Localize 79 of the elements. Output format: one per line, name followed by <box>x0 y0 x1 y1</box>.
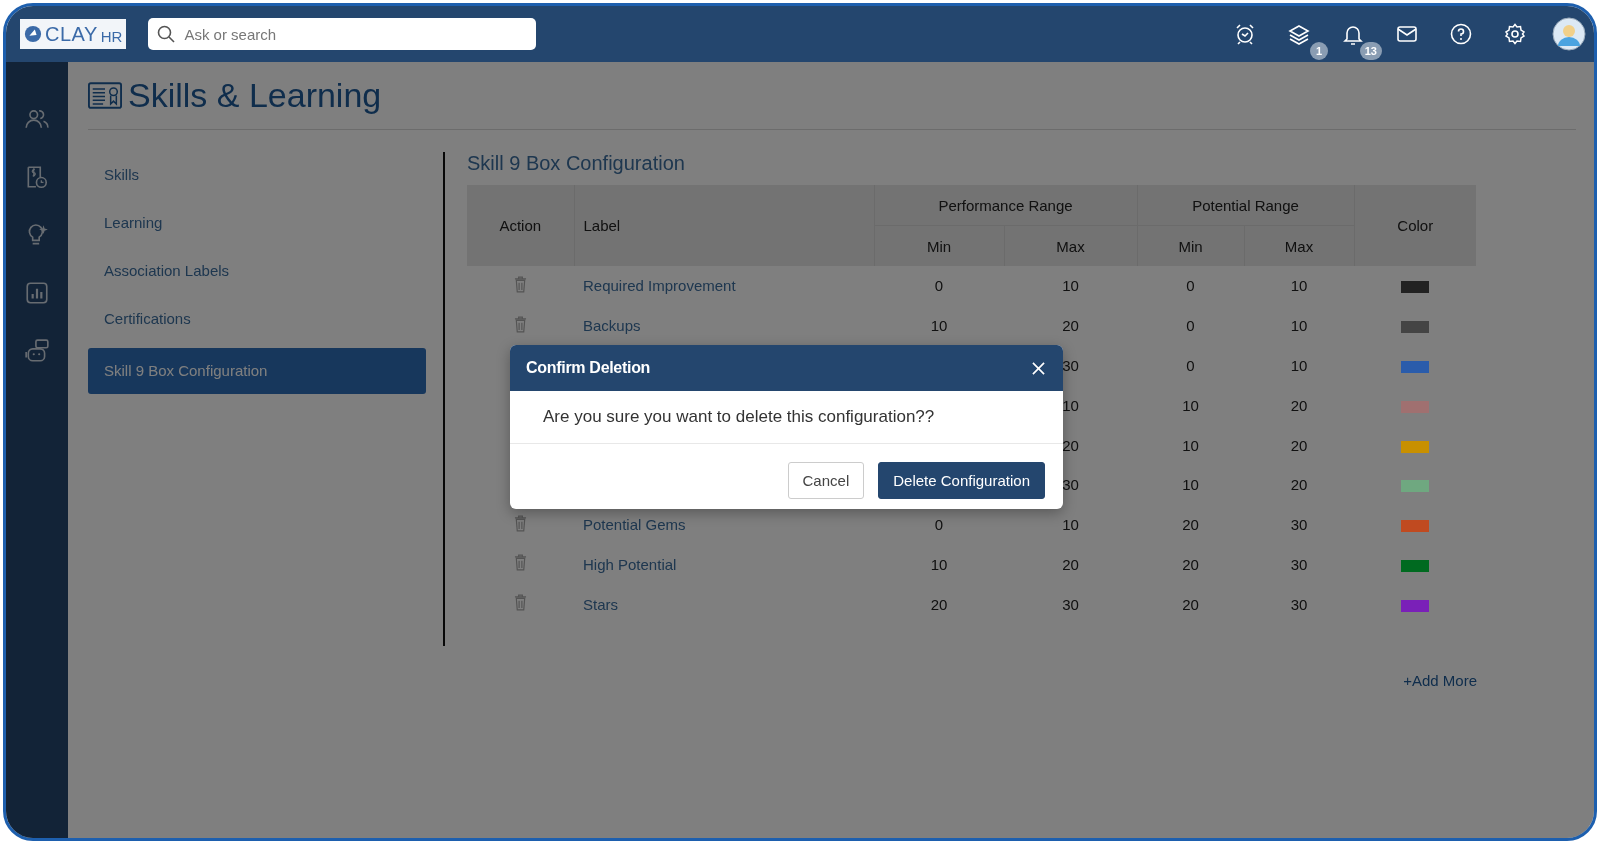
cancel-button[interactable]: Cancel <box>787 462 865 499</box>
table-cell: 20 <box>1062 555 1079 573</box>
table-cell: 10 <box>1290 357 1308 374</box>
trash-icon[interactable] <box>514 554 527 572</box>
table-cell: 30 <box>1290 516 1308 534</box>
table-cell: 20 <box>1182 516 1199 534</box>
table-cell: 10 <box>1182 396 1199 414</box>
table-cell: 0 <box>1186 277 1195 295</box>
nav-item[interactable]: Association Labels <box>88 248 426 294</box>
table-cell: 10 <box>930 555 948 573</box>
trash-icon[interactable] <box>514 514 527 532</box>
table-cell: 20 <box>1062 317 1079 335</box>
close-icon[interactable] <box>1032 361 1045 375</box>
column-header: Action <box>467 185 574 266</box>
trash-icon[interactable] <box>514 594 527 612</box>
table-cell: 10 <box>1062 516 1079 534</box>
table-cell: 10 <box>1182 476 1199 494</box>
trash-icon[interactable] <box>514 315 527 333</box>
notification-badge: 13 <box>1359 42 1382 60</box>
table-cell: 20 <box>930 595 948 613</box>
table-cell: 0 <box>934 277 944 295</box>
table-cell: 20 <box>1290 396 1308 414</box>
table-cell: 30 <box>1290 555 1308 573</box>
table-cell: 10 <box>1290 277 1308 295</box>
column-header: Potential Range <box>1137 185 1354 226</box>
column-header: Label <box>574 185 874 266</box>
logo-text: CLAY <box>45 22 98 46</box>
column-header: Min <box>874 225 1004 266</box>
notification-badge: 1 <box>1310 42 1328 60</box>
robot-icon[interactable] <box>24 338 50 364</box>
label-link[interactable]: Potential Gems <box>583 516 686 534</box>
nav-item[interactable]: Learning <box>88 200 426 246</box>
label-link[interactable]: Required Improvement <box>583 277 736 295</box>
logo[interactable]: CLAY HR <box>20 19 127 49</box>
column-header: Max <box>1004 225 1137 266</box>
section-title: Skill 9 Box Configuration <box>467 152 686 175</box>
table-cell: 30 <box>1062 595 1079 613</box>
logo-suffix: HR <box>100 28 123 45</box>
logo-icon <box>24 25 42 43</box>
certificate-icon <box>88 82 122 109</box>
table-cell: 20 <box>1182 595 1199 613</box>
table-cell: 20 <box>1290 476 1308 494</box>
column-header: Min <box>1137 225 1244 266</box>
table-cell: 20 <box>1290 436 1308 454</box>
search-icon <box>156 24 177 44</box>
settings-icon[interactable] <box>1503 22 1527 46</box>
nav-item[interactable]: Certifications <box>88 296 426 342</box>
nav-item[interactable]: Skills <box>88 152 426 198</box>
dialog-title: Confirm Deletion <box>526 359 651 377</box>
column-header: Color <box>1354 185 1476 266</box>
table-cell: 20 <box>1182 555 1199 573</box>
trash-icon[interactable] <box>514 275 527 293</box>
table-cell: 10 <box>1182 436 1199 454</box>
table-cell: 0 <box>934 516 944 534</box>
table-cell: 30 <box>1062 357 1079 374</box>
delete-configuration-button[interactable]: Delete Configuration <box>878 462 1045 499</box>
nav-item[interactable]: Skill 9 Box Configuration <box>88 348 426 394</box>
table-cell: 10 <box>1062 396 1079 414</box>
column-header: Max <box>1244 225 1354 266</box>
search-field[interactable]: Ask or search <box>148 18 537 50</box>
column-header: Performance Range <box>874 185 1137 226</box>
table-cell: 10 <box>1290 317 1308 335</box>
label-link[interactable]: High Potential <box>583 555 677 573</box>
table-cell: 10 <box>1062 277 1079 295</box>
avatar[interactable] <box>1552 17 1586 51</box>
layers-icon[interactable] <box>1287 22 1311 46</box>
table-cell: 20 <box>1062 436 1079 454</box>
label-link[interactable]: Backups <box>583 317 641 335</box>
table-cell: 0 <box>1186 317 1195 335</box>
label-link[interactable]: Stars <box>583 595 618 613</box>
add-more-link[interactable]: +Add More <box>1403 672 1477 690</box>
chart-icon[interactable] <box>24 280 50 306</box>
help-icon[interactable] <box>1449 22 1473 46</box>
page-title: Skills & Learning <box>128 76 382 115</box>
table-cell: 0 <box>1186 357 1195 374</box>
table-cell: 10 <box>930 317 948 335</box>
dialog-message: Are you sure you want to delete this configuration?? <box>543 407 935 426</box>
table-cell: 30 <box>1062 476 1079 494</box>
table-cell: 30 <box>1290 595 1308 613</box>
